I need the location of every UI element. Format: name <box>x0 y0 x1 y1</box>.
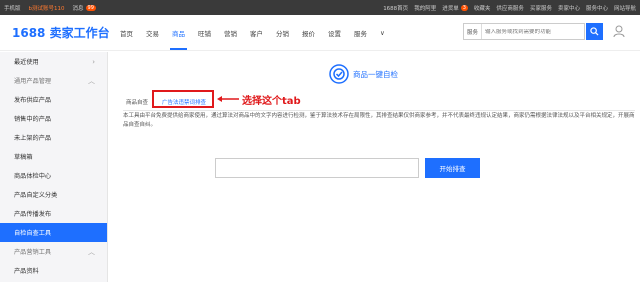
page-title-row: 商品一键自检 <box>329 64 398 84</box>
logo[interactable]: 1688 卖家工作台 <box>12 24 120 41</box>
sidebar-group-label: 通用产品管理 <box>14 78 52 85</box>
sidebar-group-label: 产品营销工具 <box>14 249 52 256</box>
sidebar-item-on-sale[interactable]: 销售中的产品 <box>0 109 107 128</box>
cart-badge: 3 <box>460 4 468 11</box>
cart-label: 进货单 <box>442 5 459 12</box>
header: 1688 卖家工作台 首页 交易 商品 旺铺 营销 客户 分销 报价 设置 服务… <box>0 15 640 51</box>
main-content: 商品一键自检 商品自查 广告法违禁词排查 选择这个tab 本工具由平台免费提供给… <box>109 52 640 282</box>
top-home-link[interactable]: 1688首页 <box>383 4 408 12</box>
sidebar-item-drafts[interactable]: 草稿箱 <box>0 147 107 166</box>
sidebar-group-marketing-tools[interactable]: 产品营销工具 ︿ <box>0 242 107 261</box>
my-alibaba-link[interactable]: 我的阿里 <box>414 4 436 12</box>
supplier-service-link[interactable]: 供应商服务 <box>496 4 524 12</box>
mobile-label: 手机版 <box>4 5 21 12</box>
nav-marketing[interactable]: 营销 <box>224 28 237 38</box>
annotation-text: 选择这个tab <box>242 96 301 107</box>
start-check-button[interactable]: 开始排查 <box>425 158 480 178</box>
nav-customer[interactable]: 客户 <box>250 28 263 38</box>
nav-trade[interactable]: 交易 <box>146 28 159 38</box>
tab-highlight-box <box>152 90 214 108</box>
user-icon[interactable] <box>612 24 626 38</box>
messages-link[interactable]: 消息 99 <box>73 4 96 12</box>
nav-quote[interactable]: 报价 <box>302 28 315 38</box>
chevron-up-icon: ︿ <box>88 247 95 256</box>
nav-home[interactable]: 首页 <box>120 28 133 38</box>
buyer-service-link[interactable]: 买家服务 <box>530 4 552 12</box>
sidebar-item-spread[interactable]: 产品传播发布 <box>0 204 107 223</box>
divider <box>123 110 635 111</box>
site-nav-link[interactable]: 网站导航 <box>614 4 636 12</box>
messages-label: 消息 <box>72 5 84 12</box>
nav-distribution[interactable]: 分销 <box>276 28 289 38</box>
top-bar: 手机版 b测试账号110 消息 99 1688首页 我的阿里 进货单 3 收藏夹 供… <box>0 0 640 15</box>
service-center-link[interactable]: 服务中心 <box>586 4 608 12</box>
search-icon <box>590 27 599 36</box>
sidebar-item-product-info[interactable]: 产品资料 <box>0 261 107 280</box>
sidebar-item-custom-category[interactable]: 产品自定义分类 <box>0 185 107 204</box>
tab-product-self-check[interactable]: 商品自查 <box>123 94 151 110</box>
arrow-left-icon <box>217 96 239 102</box>
search-scope-select[interactable]: 服务 <box>464 24 483 39</box>
chevron-up-icon: ︿ <box>88 76 95 85</box>
main-nav: 首页 交易 商品 旺铺 营销 客户 分销 报价 设置 服务 ∨ <box>120 28 398 50</box>
nav-service[interactable]: 服务 <box>354 28 367 38</box>
nav-settings[interactable]: 设置 <box>328 28 341 38</box>
nav-shop[interactable]: 旺铺 <box>198 28 211 38</box>
sidebar-group-product-management[interactable]: 通用产品管理 ︿ <box>0 71 107 90</box>
sidebar: 最近使用 › 通用产品管理 ︿ 发布供应产品 销售中的产品 未上架的产品 草稿箱 商… <box>0 52 108 282</box>
chevron-right-icon: › <box>92 57 95 66</box>
tool-description: 本工具由平台免费提供给商家使用，通过算法对商品中的文字内容进行检测，鉴于算法技术… <box>123 113 635 128</box>
nav-more-chevron-icon[interactable]: ∨ <box>380 29 385 37</box>
mobile-link[interactable]: 手机版 <box>4 4 21 12</box>
page-title: 商品一键自检 <box>353 69 398 79</box>
check-target-icon <box>329 64 349 84</box>
nav-product[interactable]: 商品 <box>170 28 187 50</box>
sidebar-item-unlisted[interactable]: 未上架的产品 <box>0 128 107 147</box>
check-input[interactable] <box>215 158 419 178</box>
seller-center-link[interactable]: 卖家中心 <box>558 4 580 12</box>
account-link[interactable]: b测试账号110 <box>29 4 65 12</box>
messages-badge: 99 <box>85 4 96 11</box>
cart-link[interactable]: 进货单 3 <box>442 4 468 12</box>
sidebar-item-publish[interactable]: 发布供应产品 <box>0 90 107 109</box>
account-name: b测试账号110 <box>28 5 65 12</box>
favorites-link[interactable]: 收藏夹 <box>474 4 491 12</box>
sidebar-item-health-center[interactable]: 商品体检中心 <box>0 166 107 185</box>
sidebar-item-self-check[interactable]: 自检自查工具 <box>0 223 107 242</box>
sidebar-recent[interactable]: 最近使用 › <box>0 52 107 71</box>
search-input[interactable] <box>482 28 584 35</box>
search-box: 服务 <box>463 23 585 40</box>
search-button[interactable] <box>586 23 603 40</box>
sidebar-recent-label: 最近使用 <box>14 59 39 66</box>
